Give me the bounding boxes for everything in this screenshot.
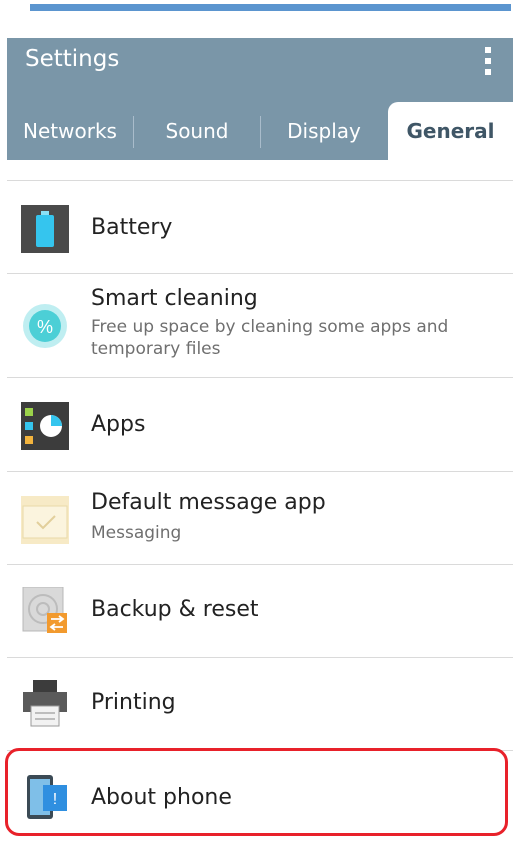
apps-icon: [21, 402, 69, 450]
item-title: Smart cleaning: [91, 286, 258, 311]
svg-text:%: %: [37, 317, 53, 337]
settings-list: Battery % Smart cleaning Free up space b…: [7, 180, 513, 842]
tab-sound[interactable]: Sound: [134, 102, 260, 160]
item-title: Backup & reset: [91, 597, 259, 622]
battery-icon: [21, 205, 69, 253]
tab-sound-label: Sound: [165, 119, 229, 143]
printer-icon: [21, 680, 69, 728]
tab-display-label: Display: [287, 119, 361, 143]
item-title: Printing: [91, 690, 176, 715]
list-item-smart-cleaning[interactable]: % Smart cleaning Free up space by cleani…: [7, 274, 513, 378]
smart-cleaning-icon: %: [21, 302, 69, 350]
tab-networks-label: Networks: [23, 119, 117, 143]
tab-bar: Networks Sound Display General: [7, 102, 513, 160]
list-item-backup-reset[interactable]: Backup & reset: [7, 565, 513, 658]
tab-networks[interactable]: Networks: [7, 102, 133, 160]
item-title: Default message app: [91, 490, 326, 515]
backup-reset-icon: [21, 586, 69, 635]
tab-general-label: General: [406, 119, 495, 143]
overflow-menu-icon[interactable]: [479, 42, 497, 80]
list-item-apps[interactable]: Apps: [7, 378, 513, 472]
status-bar-strip: [30, 4, 511, 11]
list-item-default-message-app[interactable]: Default message app Messaging: [7, 472, 513, 565]
item-subtitle: Messaging: [91, 523, 182, 543]
settings-screen: Settings Networks Sound Display General: [0, 0, 513, 842]
app-bar-title: Settings: [25, 46, 120, 72]
list-item-battery[interactable]: Battery: [7, 181, 513, 274]
about-phone-highlight: [5, 748, 508, 836]
item-title: Battery: [91, 215, 173, 240]
tab-general[interactable]: General: [388, 102, 513, 160]
item-title: Apps: [91, 412, 146, 437]
item-subtitle: Free up space by cleaning some apps and …: [91, 317, 449, 359]
tab-display[interactable]: Display: [261, 102, 387, 160]
list-item-printing[interactable]: Printing: [7, 658, 513, 751]
app-bar: Settings: [7, 38, 513, 102]
message-icon: [21, 496, 69, 544]
